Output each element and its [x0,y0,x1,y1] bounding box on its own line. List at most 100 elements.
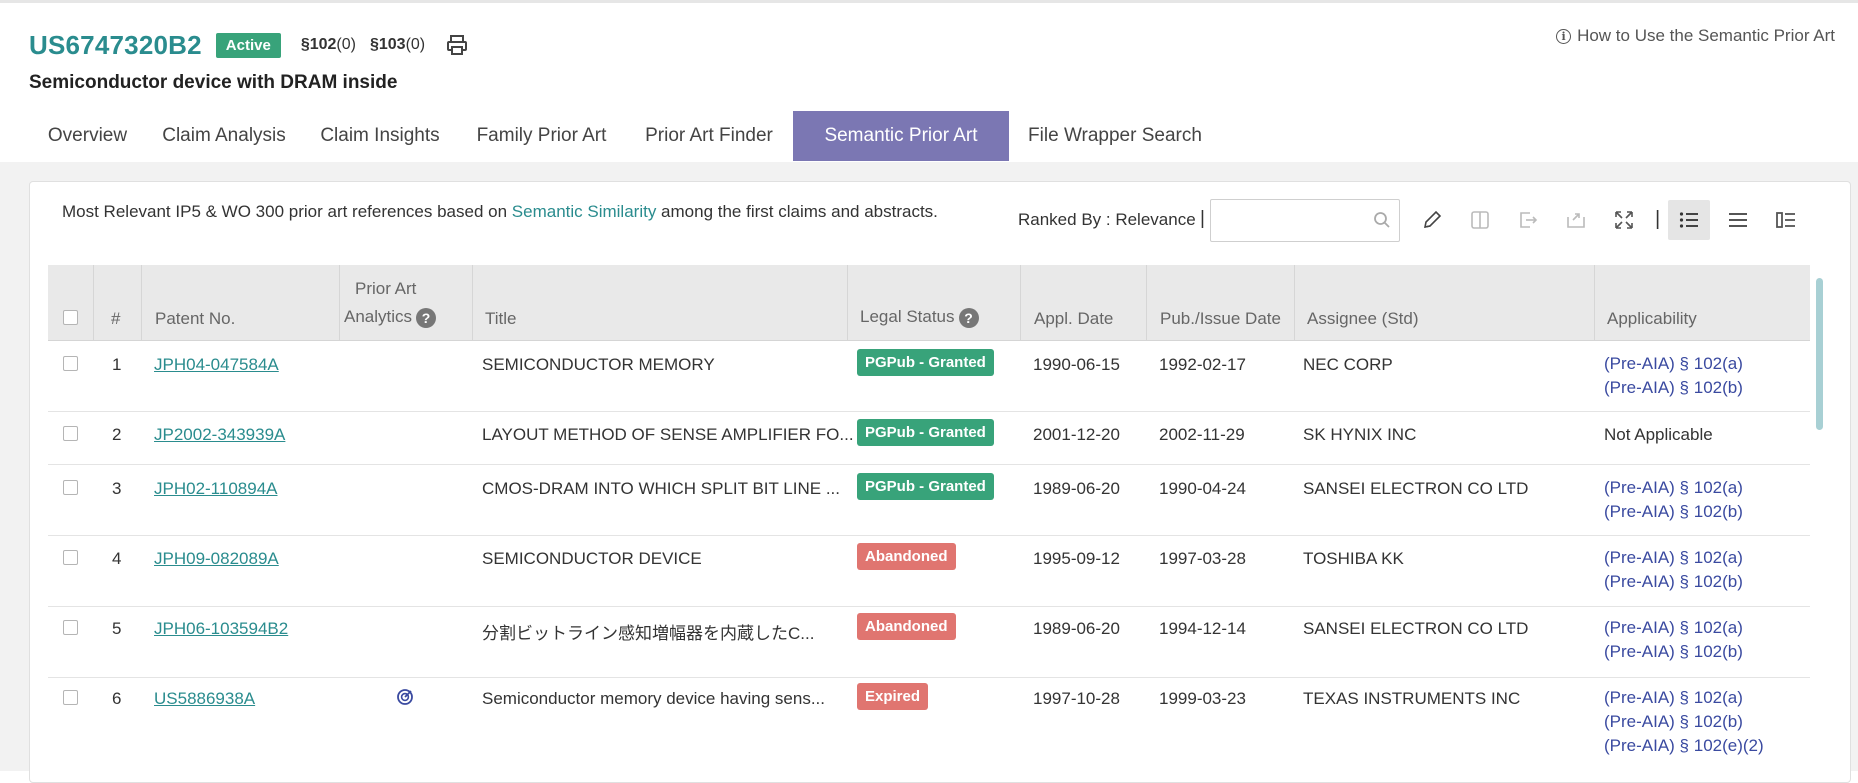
tab-family-prior-art[interactable]: Family Prior Art [458,111,625,161]
row-checkbox[interactable] [63,690,78,705]
sec102-indicator[interactable]: §102(0) [301,36,356,54]
tab-overview[interactable]: Overview [29,111,146,161]
sec103-count: (0) [405,36,426,53]
applicability-link[interactable]: (Pre-AIA) § 102(b) [1604,376,1743,400]
sec103-label: §103 [369,36,406,53]
tab-claim-analysis[interactable]: Claim Analysis [146,111,302,161]
applicability-link[interactable]: (Pre-AIA) § 102(a) [1604,476,1743,500]
row-title: SEMICONDUCTOR DEVICE [482,549,702,568]
help-link[interactable]: i How to Use the Semantic Prior Art [1556,26,1835,46]
applicability-link[interactable]: (Pre-AIA) § 102(a) [1604,616,1743,640]
row-checkbox[interactable] [63,620,78,635]
header-num: # [111,309,121,328]
row-number: 2 [112,425,122,444]
applicability-link[interactable]: (Pre-AIA) § 102(a) [1604,352,1743,376]
header-appl-date[interactable]: Appl. Date [1034,309,1113,329]
search-input[interactable] [1210,199,1400,242]
row-checkbox[interactable] [63,550,78,565]
assignee: SK HYNIX INC [1303,425,1417,444]
applicability-link[interactable]: (Pre-AIA) § 102(b) [1604,500,1743,524]
help-icon[interactable]: ? [958,307,979,328]
header-prior-art: Prior Art [355,279,417,298]
select-all-checkbox[interactable] [63,310,78,325]
print-icon[interactable] [445,33,469,57]
patent-link[interactable]: US5886938A [154,689,255,709]
tab-claim-insights[interactable]: Claim Insights [302,111,458,161]
applicability-link[interactable]: (Pre-AIA) § 102(b) [1604,640,1743,664]
header-applicability[interactable]: Applicability [1607,309,1697,329]
status-badge: Active [215,32,281,58]
patent-link[interactable]: JPH04-047584A [154,355,279,375]
header-pub-date[interactable]: Pub./Issue Date [1160,309,1281,329]
row-title: LAYOUT METHOD OF SENSE AMPLIFIER FO... [482,425,854,444]
tab-prior-art-finder[interactable]: Prior Art Finder [625,111,793,161]
toolbar-separator: | [1200,208,1205,229]
compact-list-view-icon[interactable] [1726,208,1750,232]
detail-list-view-icon[interactable] [1677,208,1701,232]
pub-date: 1999-03-23 [1159,689,1246,708]
tab-file-wrapper-search[interactable]: File Wrapper Search [1009,111,1221,161]
applicability-link[interactable]: (Pre-AIA) § 102(a) [1604,546,1743,570]
header-analytics-label: Analytics [344,307,413,326]
column-divider [1594,265,1595,340]
appl-date: 1997-10-28 [1033,689,1120,708]
tab-semantic-prior-art[interactable]: Semantic Prior Art [793,111,1009,161]
help-link-label: How to Use the Semantic Prior Art [1577,26,1835,45]
sec103-indicator[interactable]: §103(0) [370,36,425,54]
column-divider [339,265,340,340]
split-view-icon[interactable] [1774,208,1798,232]
row-number: 3 [112,479,122,498]
applicability-text: Not Applicable [1604,425,1713,444]
top-border [0,0,1858,3]
column-divider [472,265,473,340]
expand-icon[interactable] [1612,208,1636,232]
row-checkbox[interactable] [63,426,78,441]
assignee: NEC CORP [1303,355,1393,374]
info-suffix: among the first claims and abstracts. [656,202,938,221]
column-divider [847,265,848,340]
applicability-link[interactable]: (Pre-AIA) § 102(b) [1604,710,1764,734]
column-divider [141,265,142,340]
pub-date: 1994-12-14 [1159,619,1246,638]
share-icon[interactable] [1564,208,1588,232]
legal-status-badge: PGPub - Granted [857,349,994,376]
ranked-by-label[interactable]: Ranked By : Relevance [1018,210,1196,230]
column-divider [1294,265,1295,340]
header-title[interactable]: Title [485,309,517,329]
tab-bar: Overview Claim Analysis Claim Insights F… [29,111,1221,161]
row-checkbox[interactable] [63,356,78,371]
semantic-similarity-link[interactable]: Semantic Similarity [512,202,657,221]
appl-date: 1990-06-15 [1033,355,1120,374]
assignee: SANSEI ELECTRON CO LTD [1303,479,1529,498]
patent-link[interactable]: JPH02-110894A [154,479,278,499]
applicability-link[interactable]: (Pre-AIA) § 102(e)(2) [1604,734,1764,758]
sec102-count: (0) [336,36,356,53]
analytics-target-icon[interactable] [396,688,414,711]
export-icon[interactable] [1516,208,1540,232]
header-legal-status[interactable]: Legal Status? [860,307,979,328]
pencil-icon[interactable] [1420,208,1444,232]
pub-date: 2002-11-29 [1159,425,1245,444]
row-number: 5 [112,619,122,638]
applicability: (Pre-AIA) § 102(a) (Pre-AIA) § 102(b) [1604,476,1743,524]
row-title: SEMICONDUCTOR MEMORY [482,355,715,374]
sec102-label: §102 [300,36,337,53]
column-divider [1146,265,1147,340]
table-row[interactable] [48,678,1810,771]
legal-status-badge: Abandoned [857,613,956,640]
row-checkbox[interactable] [63,480,78,495]
patent-link[interactable]: JPH06-103594B2 [154,619,288,639]
compare-icon[interactable] [1468,208,1492,232]
header-patent-no[interactable]: Patent No. [155,309,235,329]
patent-link[interactable]: JPH09-082089A [154,549,279,569]
pub-date: 1990-04-24 [1159,479,1246,498]
info-prefix: Most Relevant IP5 & WO 300 prior art ref… [62,202,512,221]
help-icon[interactable]: ? [416,307,437,328]
patent-link[interactable]: JP2002-343939A [154,425,285,445]
scrollbar-thumb[interactable] [1816,278,1823,430]
applicability-link[interactable]: (Pre-AIA) § 102(b) [1604,570,1743,594]
row-title: Semiconductor memory device having sens.… [482,689,825,708]
header-assignee[interactable]: Assignee (Std) [1307,309,1419,329]
legal-status-badge: PGPub - Granted [857,419,994,446]
applicability-link[interactable]: (Pre-AIA) § 102(a) [1604,686,1764,710]
